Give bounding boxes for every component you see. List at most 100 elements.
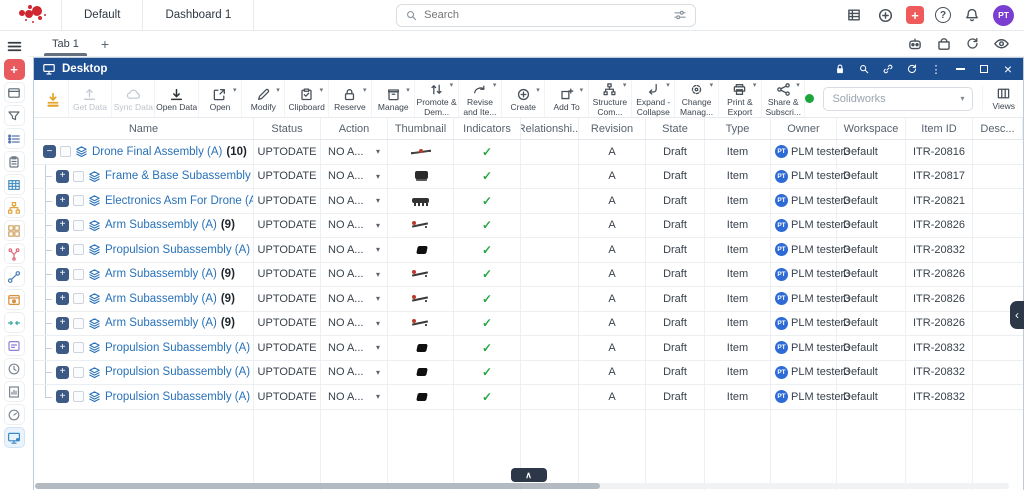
toolbar-button-reserve[interactable]: ▾ Reserve [329,80,372,117]
column-header-revision[interactable]: Revision [579,118,646,139]
row-checkbox[interactable] [73,269,84,280]
window-refresh-icon[interactable] [905,62,919,76]
action-dropdown[interactable]: NO A...▾ [321,312,388,336]
expand-toggle-button[interactable]: + [56,341,69,354]
table-row[interactable]: +Electronics Asm For Drone (A)(12) UPTOD… [34,189,1023,214]
help-icon[interactable]: ? [935,7,951,23]
grid-apps-icon[interactable] [844,5,864,25]
assistant-bot-icon[interactable] [907,36,923,52]
collapse-toggle-button[interactable]: − [43,145,56,158]
tab-1[interactable]: Tab 1 [38,31,93,56]
sidebar-grid-boxes-icon[interactable] [4,220,25,241]
row-checkbox[interactable] [73,293,84,304]
item-name-link[interactable]: Electronics Asm For Drone (A) [105,195,254,207]
sidebar-nodes-icon[interactable] [4,266,25,287]
row-checkbox[interactable] [73,367,84,378]
item-name-link[interactable]: Propulsion Subassembly (A) [105,391,250,403]
table-row[interactable]: +Arm Subassembly (A)(9) UPTODATE NO A...… [34,287,1023,312]
row-checkbox[interactable] [73,318,84,329]
kebab-menu-icon[interactable]: ⋮ [929,62,943,76]
quick-create-button[interactable]: + [906,6,924,24]
column-header-item-id[interactable]: Item ID [906,118,973,139]
table-row[interactable]: +Frame & Base Subassembly (A)(20) UPTODA… [34,165,1023,190]
toolbar-button-sync-data[interactable]: Sync Data [112,80,155,117]
notifications-bell-icon[interactable] [962,5,982,25]
nav-tab-dashboard[interactable]: Dashboard 1 [143,0,254,30]
item-name-link[interactable]: Propulsion Subassembly (A) [105,244,250,256]
row-checkbox[interactable] [60,146,71,157]
scrollbar-thumb[interactable] [35,483,600,489]
add-circle-icon[interactable] [875,5,895,25]
sidebar-branch-icon[interactable] [4,243,25,264]
toolbar-button-expand-collapse[interactable]: ▾ Expand - Collapse [632,80,675,117]
package-icon[interactable] [936,36,952,52]
window-titlebar[interactable]: Desktop ⋮ × [34,58,1023,80]
expand-toggle-button[interactable]: + [56,243,69,256]
sidebar-clipboard-icon[interactable] [4,151,25,172]
table-row[interactable]: +Arm Subassembly (A)(9) UPTODATE NO A...… [34,263,1023,288]
expand-toggle-button[interactable]: + [56,317,69,330]
show-bottom-panel-button[interactable]: ∧ [511,468,547,482]
search-input[interactable] [424,9,667,21]
column-header-description[interactable]: Desc... [973,118,1023,139]
views-button[interactable]: Views [982,86,1015,111]
item-name-link[interactable]: Frame & Base Subassembly (A) [105,170,254,182]
sidebar-hierarchy-icon[interactable] [4,197,25,218]
action-dropdown[interactable]: NO A...▾ [321,189,388,213]
maximize-icon[interactable] [977,62,991,76]
table-row[interactable]: +Arm Subassembly (A)(9) UPTODATE NO A...… [34,214,1023,239]
table-row[interactable]: −Drone Final Assembly (A)(10) UPTODATE N… [34,140,1023,165]
horizontal-scrollbar[interactable] [35,483,1009,489]
sidebar-window-icon[interactable] [4,82,25,103]
nav-tab-default[interactable]: Default [62,0,143,30]
search-filter-icon[interactable] [673,8,687,22]
column-header-type[interactable]: Type [705,118,771,139]
minimize-icon[interactable] [953,62,967,76]
action-dropdown[interactable]: NO A...▾ [321,287,388,311]
action-dropdown[interactable]: NO A...▾ [321,385,388,409]
window-search-icon[interactable] [857,62,871,76]
expand-toggle-button[interactable]: + [56,268,69,281]
table-row[interactable]: +Propulsion Subassembly (A)(1) UPTODATE … [34,385,1023,410]
toolbar-button-get-data[interactable]: Get Data [69,80,112,117]
sidebar-gauge-icon[interactable] [4,404,25,425]
item-name-link[interactable]: Drone Final Assembly (A) [92,146,222,158]
row-checkbox[interactable] [73,195,84,206]
link-icon[interactable] [881,62,895,76]
sidebar-table-icon[interactable] [4,174,25,195]
table-row[interactable]: +Arm Subassembly (A)(9) UPTODATE NO A...… [34,312,1023,337]
toolbar-button-create[interactable]: ▾ Create [502,80,545,117]
column-header-name[interactable]: Name [34,118,254,139]
item-name-link[interactable]: Propulsion Subassembly (A) [105,342,250,354]
table-row[interactable]: +Propulsion Subassembly (A)(1) UPTODATE … [34,238,1023,263]
user-avatar[interactable]: PT [993,5,1014,26]
toolbar-button-clipboard[interactable]: ▾ Clipboard [285,80,328,117]
item-name-link[interactable]: Arm Subassembly (A) [105,219,217,231]
toolbar-button-share-subscribe[interactable]: ▾ Share & Subscri... [762,80,805,117]
toolbar-button-open[interactable]: ▾ Open [199,80,242,117]
toolbar-button-revise-iterate[interactable]: ▾ Revise and Ite... [459,80,502,117]
column-header-state[interactable]: State [646,118,705,139]
toolbar-button-add-to[interactable]: ▾ Add To [545,80,588,117]
action-dropdown[interactable]: NO A...▾ [321,214,388,238]
toolbar-button-change-management[interactable]: ▾ Change Manag... [675,80,718,117]
toolbar-button-print-export[interactable]: ▾ Print & Export [719,80,762,117]
sidebar-history-icon[interactable] [4,358,25,379]
get-data-quick-button[interactable] [38,80,69,117]
collapse-right-panel-button[interactable]: ‹ [1010,301,1024,329]
sidebar-browser-view-icon[interactable] [4,289,25,310]
column-header-thumbnail[interactable]: Thumbnail [388,118,454,139]
action-dropdown[interactable]: NO A...▾ [321,263,388,287]
toolbar-button-open-data[interactable]: Open Data [155,80,198,117]
expand-toggle-button[interactable]: + [56,219,69,232]
table-row[interactable]: +Propulsion Subassembly (A)(1) UPTODATE … [34,336,1023,361]
sidebar-merge-icon[interactable] [4,312,25,333]
action-dropdown[interactable]: NO A...▾ [321,361,388,385]
column-header-relationships[interactable]: Relationshi... [521,118,579,139]
connector-select[interactable]: Solidworks ▾ [823,87,973,111]
column-header-indicators[interactable]: Indicators [454,118,521,139]
refresh-icon[interactable] [965,36,980,51]
column-header-workspace[interactable]: Workspace [837,118,906,139]
sidebar-list-icon[interactable] [4,128,25,149]
toolbar-button-manage[interactable]: ▾ Manage [372,80,415,117]
